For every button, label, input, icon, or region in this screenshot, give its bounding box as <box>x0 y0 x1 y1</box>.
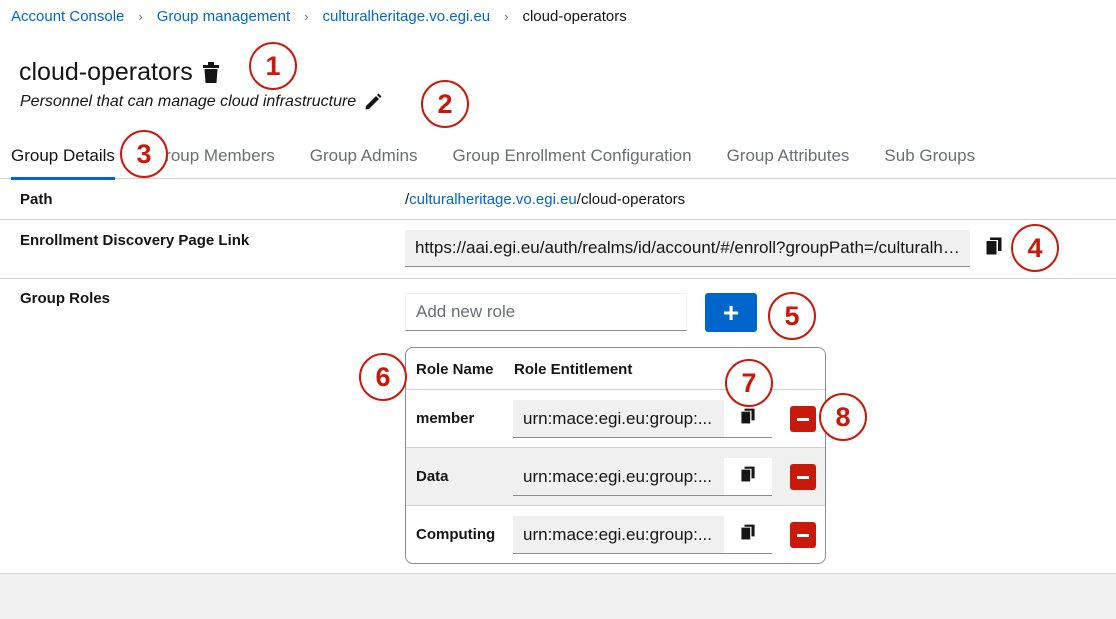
breadcrumb-separator: › <box>304 9 309 24</box>
minus-icon <box>797 475 809 479</box>
breadcrumb-separator: › <box>138 9 143 24</box>
breadcrumb-separator: › <box>504 9 509 24</box>
callout-marker: 2 <box>421 80 469 128</box>
copy-entitlement-button[interactable] <box>724 458 772 496</box>
callout-marker: 6 <box>359 353 407 401</box>
copy-icon <box>741 408 755 429</box>
tab-sub-groups[interactable]: Sub Groups <box>884 137 975 179</box>
copy-entitlement-button[interactable] <box>724 516 772 554</box>
row-divider <box>0 278 1116 279</box>
minus-icon <box>797 533 809 537</box>
enrollment-link-field[interactable]: https://aai.egi.eu/auth/realms/id/accoun… <box>405 230 970 267</box>
path-suffix: /cloud-operators <box>576 191 686 208</box>
callout-marker: 3 <box>120 130 168 178</box>
copy-icon <box>741 524 755 545</box>
subtitle-row: Personnel that can manage cloud infrastr… <box>20 93 382 111</box>
tab-group-details[interactable]: Group Details <box>11 137 115 180</box>
add-role-button[interactable]: + <box>705 293 757 332</box>
role-name: Computing <box>416 526 496 543</box>
title-row: cloud-operators <box>19 58 220 87</box>
enrollment-link-label: Enrollment Discovery Page Link <box>20 232 250 249</box>
remove-role-button[interactable] <box>790 406 816 432</box>
page-footer-band <box>0 573 1116 619</box>
tab-group-enrollment-configuration[interactable]: Group Enrollment Configuration <box>453 137 692 179</box>
role-entitlement-field[interactable]: urn:mace:egi.eu:group:... <box>513 458 724 496</box>
tab-group-members[interactable]: Group Members <box>152 137 275 179</box>
callout-marker: 5 <box>768 292 816 340</box>
role-name: Data <box>416 468 449 485</box>
role-name: member <box>416 410 475 427</box>
breadcrumb-current: cloud-operators <box>522 8 627 25</box>
remove-role-button[interactable] <box>790 464 816 490</box>
path-value: /culturalheritage.vo.egi.eu/cloud-operat… <box>405 191 685 208</box>
role-entitlement-field[interactable]: urn:mace:egi.eu:group:... <box>513 400 724 438</box>
row-divider <box>0 219 1116 220</box>
copy-icon <box>741 466 755 487</box>
group-roles-label: Group Roles <box>20 290 111 307</box>
role-name-header: Role Name <box>416 361 494 378</box>
callout-marker: 1 <box>249 42 297 90</box>
page-title: cloud-operators <box>19 58 193 86</box>
tab-group-attributes[interactable]: Group Attributes <box>727 137 850 179</box>
breadcrumb-group-management[interactable]: Group management <box>157 8 290 25</box>
path-label: Path <box>20 191 53 208</box>
breadcrumb-account-console[interactable]: Account Console <box>11 8 124 25</box>
pencil-icon[interactable] <box>364 93 382 111</box>
add-role-input[interactable] <box>405 293 687 331</box>
breadcrumb: Account Console › Group management › cul… <box>11 8 627 25</box>
tab-group-admins[interactable]: Group Admins <box>310 137 418 179</box>
path-parent-link[interactable]: culturalheritage.vo.egi.eu <box>409 191 577 208</box>
table-row: Data urn:mace:egi.eu:group:... <box>406 447 825 505</box>
remove-role-button[interactable] <box>790 522 816 548</box>
copy-icon <box>986 237 1002 260</box>
role-entitlement-header: Role Entitlement <box>514 361 633 378</box>
role-entitlement-field[interactable]: urn:mace:egi.eu:group:... <box>513 516 724 554</box>
callout-marker: 8 <box>819 393 867 441</box>
breadcrumb-parent-group[interactable]: culturalheritage.vo.egi.eu <box>323 8 491 25</box>
callout-marker: 4 <box>1011 224 1059 272</box>
trash-icon[interactable] <box>202 61 220 84</box>
minus-icon <box>797 417 809 421</box>
table-row: Computing urn:mace:egi.eu:group:... <box>406 505 825 563</box>
callout-marker: 7 <box>725 359 773 407</box>
group-description: Personnel that can manage cloud infrastr… <box>20 93 357 110</box>
